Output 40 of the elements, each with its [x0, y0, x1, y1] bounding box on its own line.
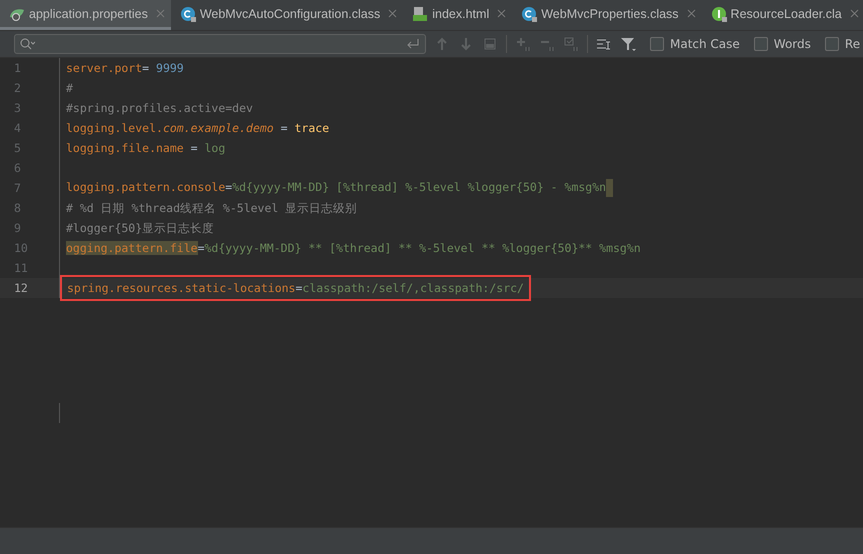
option-checkbox[interactable]: Re: [824, 37, 860, 51]
line-number: 3: [0, 98, 60, 118]
code-line: #: [66, 80, 73, 96]
code-line: #logger{50}显示日志长度: [66, 220, 214, 236]
code-line: #spring.profiles.active=dev: [66, 100, 253, 116]
code-line: logging.pattern.console=%d{yyyy-MM-DD} [%thread] %-5level %logger{50} - %msg%n: [66, 178, 614, 198]
search-icon[interactable]: [19, 36, 35, 52]
line-number: 7: [0, 178, 60, 198]
close-icon[interactable]: [497, 9, 506, 18]
interface-icon: [710, 6, 727, 22]
close-icon[interactable]: [686, 9, 696, 18]
add-occurrence-icon[interactable]: [515, 36, 531, 52]
code-line: logging.level.com.example.demo = trace: [66, 120, 330, 136]
html-file-icon: [412, 6, 428, 22]
code-line: spring.resources.static-locations=classpath:/self/,classpath:/src/: [67, 280, 524, 296]
option-checkbox[interactable]: Words: [754, 37, 811, 51]
line-number: 4: [0, 118, 60, 138]
close-icon[interactable]: [156, 9, 165, 18]
close-icon[interactable]: [850, 9, 859, 18]
select-all-icon[interactable]: [563, 36, 579, 52]
code-line: server.port= 9999: [66, 60, 184, 76]
line-number: 8: [0, 198, 60, 218]
class-icon: [521, 6, 538, 22]
search-field[interactable]: [14, 34, 426, 54]
line-number: 12: [0, 278, 60, 298]
line-number: 5: [0, 138, 60, 158]
filter-icon[interactable]: [620, 36, 636, 52]
class-icon: [180, 6, 196, 22]
code-line: # %d 日期 %thread线程名 %-5level 显示日志级别: [66, 200, 358, 216]
code-line: ogging.pattern.file=%d{yyyy-MM-DD} ** [%thread] ** %-5level ** %logger{50}** %msg%n: [66, 240, 641, 256]
line-number: 9: [0, 218, 60, 238]
option-checkbox[interactable]: Match Case: [650, 37, 740, 51]
line-number: 1: [0, 58, 60, 78]
code-line: logging.file.name = log: [66, 140, 226, 156]
line-number: 2: [0, 78, 60, 98]
window-icon[interactable]: [482, 36, 498, 52]
line-number: 6: [0, 158, 60, 178]
close-icon[interactable]: [388, 9, 398, 18]
editor-tab[interactable]: application.properties: [0, 0, 171, 30]
line-number: 10: [0, 238, 60, 258]
